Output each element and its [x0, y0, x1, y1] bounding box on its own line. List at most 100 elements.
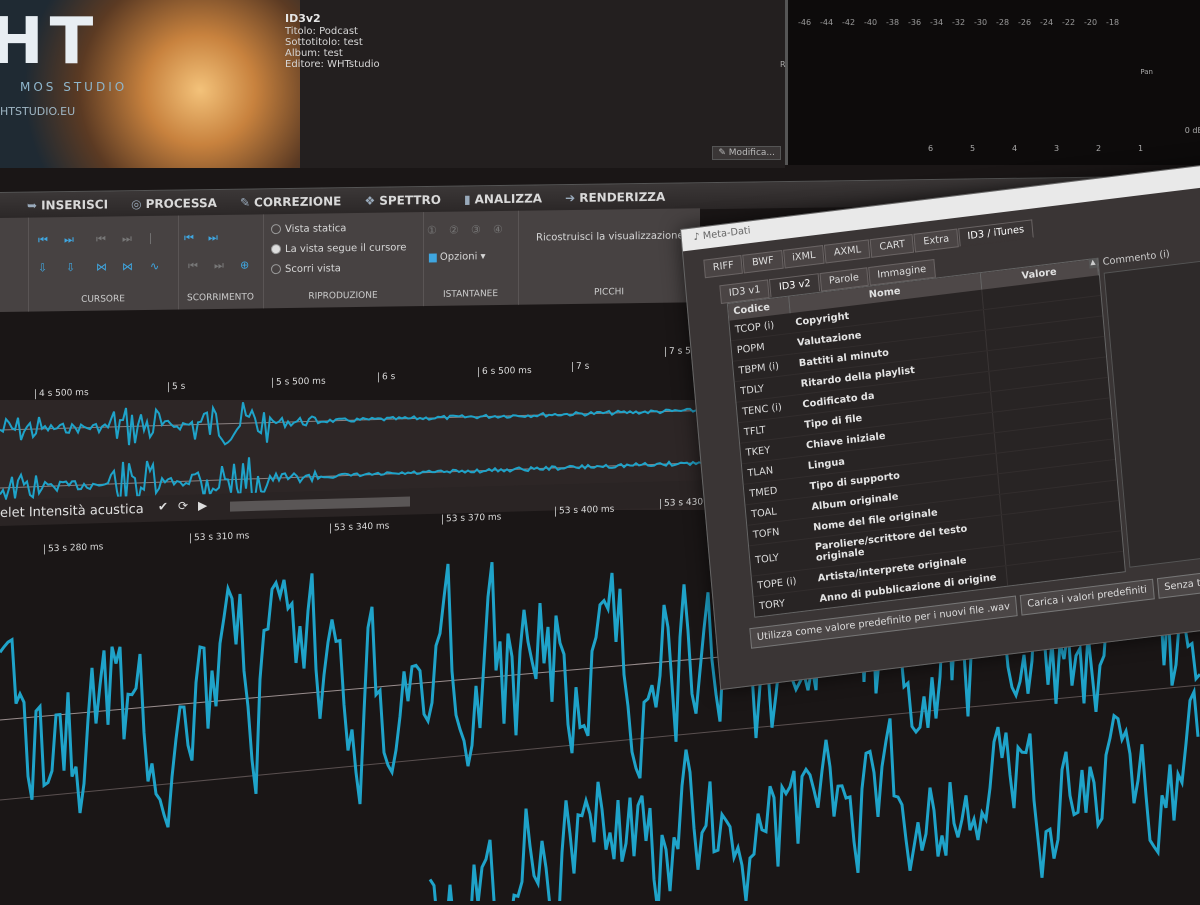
process-icon: ◎	[131, 197, 142, 212]
scroll-prev-icon[interactable]: ⏮	[188, 259, 198, 273]
play-icon[interactable]: ▶	[198, 498, 207, 512]
metadata-line: Titolo: Podcast	[285, 26, 358, 37]
tab-renderizza[interactable]: ➔ RENDERIZZA	[556, 184, 674, 212]
cursor-down2-icon[interactable]: ⇩	[66, 261, 75, 274]
tab-id3-itunes[interactable]: ID3 / iTunes	[958, 219, 1034, 247]
tag-rows: TCOP (i) Copyright POPM Valutazione TBPM (i)…	[729, 275, 1126, 618]
tab-correzione[interactable]: ✎ CORREZIONE	[231, 188, 350, 216]
ruler-label: 53 s 280 ms	[44, 542, 104, 555]
ribbon-group-cursore: ⏮ ⏭ ⏮ ⏭ ⎸ ⇩ ⇩ ⋈ ⋈ ∿ CURSORE	[28, 215, 179, 312]
group-label: CURSORE	[81, 294, 125, 305]
untitled-button[interactable]: Senza titolo	[1156, 569, 1200, 599]
cursor-start-icon[interactable]: ⏮	[38, 233, 48, 247]
meter-scale-label: -38	[886, 18, 900, 27]
metadata-summary-panel: ID3v2 Titolo: Podcast Sottotitolo: test …	[285, 0, 785, 168]
meter-scale-label: -32	[952, 18, 966, 27]
metadata-dialog: ♪ Meta-Dati RIFF BWF iXML AXML CART Extra ID3 …	[680, 161, 1200, 691]
cursor-wave-icon[interactable]: ∿	[150, 260, 159, 273]
ruler-label: 53 s 340 ms	[330, 521, 390, 534]
snapshot-4-icon[interactable]: ④	[493, 223, 503, 236]
tab-inserisci[interactable]: ➥ INSERISCI	[18, 191, 117, 218]
cursor-next-icon[interactable]: ⏭	[122, 232, 132, 246]
tab-label: PROCESSA	[145, 195, 217, 211]
level-meters-panel: -46 -44 -42 -40 -38 -36 -34 -32 -30 -28 -26 -24 -22-…	[780, 0, 1200, 165]
scroll-center-icon[interactable]: ⊕	[240, 259, 249, 272]
ruler-label: 4 s 500 ms	[35, 387, 89, 400]
tab-processa[interactable]: ◎ PROCESSA	[122, 190, 226, 217]
tab-axml[interactable]: AXML	[824, 239, 871, 264]
radio-selected-icon	[271, 244, 281, 255]
ribbon-group-istantanee: ① ② ③ ④ ▆ Opzioni ▾ ISTANTANEE	[423, 210, 519, 307]
meter-bottom-label: 4	[1012, 144, 1018, 153]
check-icon[interactable]: ✔	[158, 499, 168, 513]
load-defaults-button[interactable]: Carica i valori predefiniti	[1019, 578, 1155, 616]
scroll-next-icon[interactable]: ⏭	[214, 259, 224, 273]
meter-scale-label: -24	[1040, 18, 1054, 27]
edit-metadata-button[interactable]: ✎ Modifica...	[712, 146, 781, 160]
snapshot-1-icon[interactable]: ①	[427, 224, 437, 237]
meter-bottom-label: 3	[1054, 144, 1060, 153]
ribbon-group-riproduzione: Vista statica La vista segue il cursore …	[263, 212, 424, 309]
channel-divider	[0, 684, 1200, 801]
tab-bwf[interactable]: BWF	[742, 250, 784, 274]
folder-icon: ▆	[429, 251, 437, 264]
option-label: La vista segue il cursore	[285, 242, 407, 256]
insert-icon: ➥	[27, 198, 38, 213]
rebuild-view-button[interactable]: Ricostruisci la visualizzazione	[536, 230, 684, 243]
ribbon-panel: ⏮ ⏭ ⏮ ⏭ ⎸ ⇩ ⇩ ⋈ ⋈ ∿ CURSORE ⏮ ⏭ ⏮ ⏭ ⊕ SC…	[0, 208, 700, 312]
tab-label: CORREZIONE	[254, 194, 342, 210]
ruler-label: 53 s 400 ms	[555, 504, 615, 517]
tab-spettro[interactable]: ❖ SPETTRO	[355, 187, 450, 214]
meter-scale-label: -20	[1084, 18, 1098, 27]
tab-label: ANALIZZA	[474, 191, 543, 207]
options-dropdown[interactable]: ▆ Opzioni ▾	[429, 251, 486, 263]
meter-scale-label: -18	[1106, 18, 1120, 27]
meter-scale-label: -30	[974, 18, 988, 27]
ruler-label: 6 s	[378, 372, 396, 383]
meter-scale-label: -22	[1062, 18, 1076, 27]
dialog-title: Meta-Dati	[702, 225, 751, 242]
options-label: Opzioni	[439, 251, 478, 263]
waveform-main-right	[428, 686, 1200, 905]
cursor-end-icon[interactable]: ⏭	[64, 233, 74, 247]
tab-ixml[interactable]: iXML	[782, 244, 825, 269]
scroll-start-icon[interactable]: ⏮	[184, 231, 194, 245]
tab-riff[interactable]: RIFF	[703, 254, 744, 279]
metadata-line: Editore: WHTstudio	[285, 59, 380, 70]
snapshot-2-icon[interactable]: ②	[449, 224, 459, 237]
ruler-label: 7 s	[572, 361, 590, 373]
meter-scale-label: -42	[842, 18, 856, 27]
view-option-follow[interactable]: La vista segue il cursore	[271, 242, 406, 255]
tab-label: SPETTRO	[379, 192, 441, 208]
view-option-scroll[interactable]: Scorri vista	[271, 263, 341, 275]
meter-bottom-label: 5	[970, 144, 976, 153]
refresh-icon[interactable]: ⟳	[178, 499, 188, 513]
ribbon-group-scorrimento: ⏮ ⏭ ⏮ ⏭ ⊕ SCORRIMENTO	[178, 214, 264, 310]
cursor-split-icon[interactable]: ⋈	[96, 261, 107, 274]
cursor-marker-icon[interactable]: ⎸	[150, 232, 161, 246]
group-label: PICCHI	[593, 287, 625, 298]
scroll-up-icon[interactable]: ▲	[1088, 257, 1098, 269]
tab-extra[interactable]: Extra	[913, 228, 959, 253]
id3-tag-table: Codice Nome Valore TCOP (i) Copyright POPM…	[726, 257, 1126, 618]
album-studio-text: MOS STUDIO	[20, 80, 128, 94]
correction-icon: ✎	[239, 195, 251, 210]
time-ruler-top[interactable]: 4 s 500 ms 5 s 5 s 500 ms 6 s 6 s 500 ms…	[0, 344, 720, 400]
album-art-image: HT MOS STUDIO HTSTUDIO.EU	[0, 0, 300, 168]
group-label: RIPRODUZIONE	[308, 290, 378, 302]
meter-scale-label: -40	[864, 18, 878, 27]
cursor-join-icon[interactable]: ⋈	[122, 260, 133, 273]
meter-scale-label: -26	[1018, 18, 1032, 27]
spectrum-icon: ❖	[364, 193, 376, 208]
radio-icon	[271, 224, 281, 235]
view-option-static[interactable]: Vista statica	[271, 223, 346, 235]
cursor-prev-icon[interactable]: ⏮	[96, 233, 106, 247]
scroll-end-icon[interactable]: ⏭	[208, 231, 218, 245]
snapshot-3-icon[interactable]: ③	[471, 223, 481, 236]
sound-forge-icon: ♪	[693, 231, 701, 244]
cursor-down-icon[interactable]: ⇩	[38, 261, 47, 274]
ruler-label: 53 s 370 ms	[442, 512, 502, 525]
ribbon-group-spacer	[0, 217, 29, 312]
tab-analizza[interactable]: ▮ ANALIZZA	[455, 185, 551, 212]
tab-cart[interactable]: CART	[869, 233, 915, 258]
